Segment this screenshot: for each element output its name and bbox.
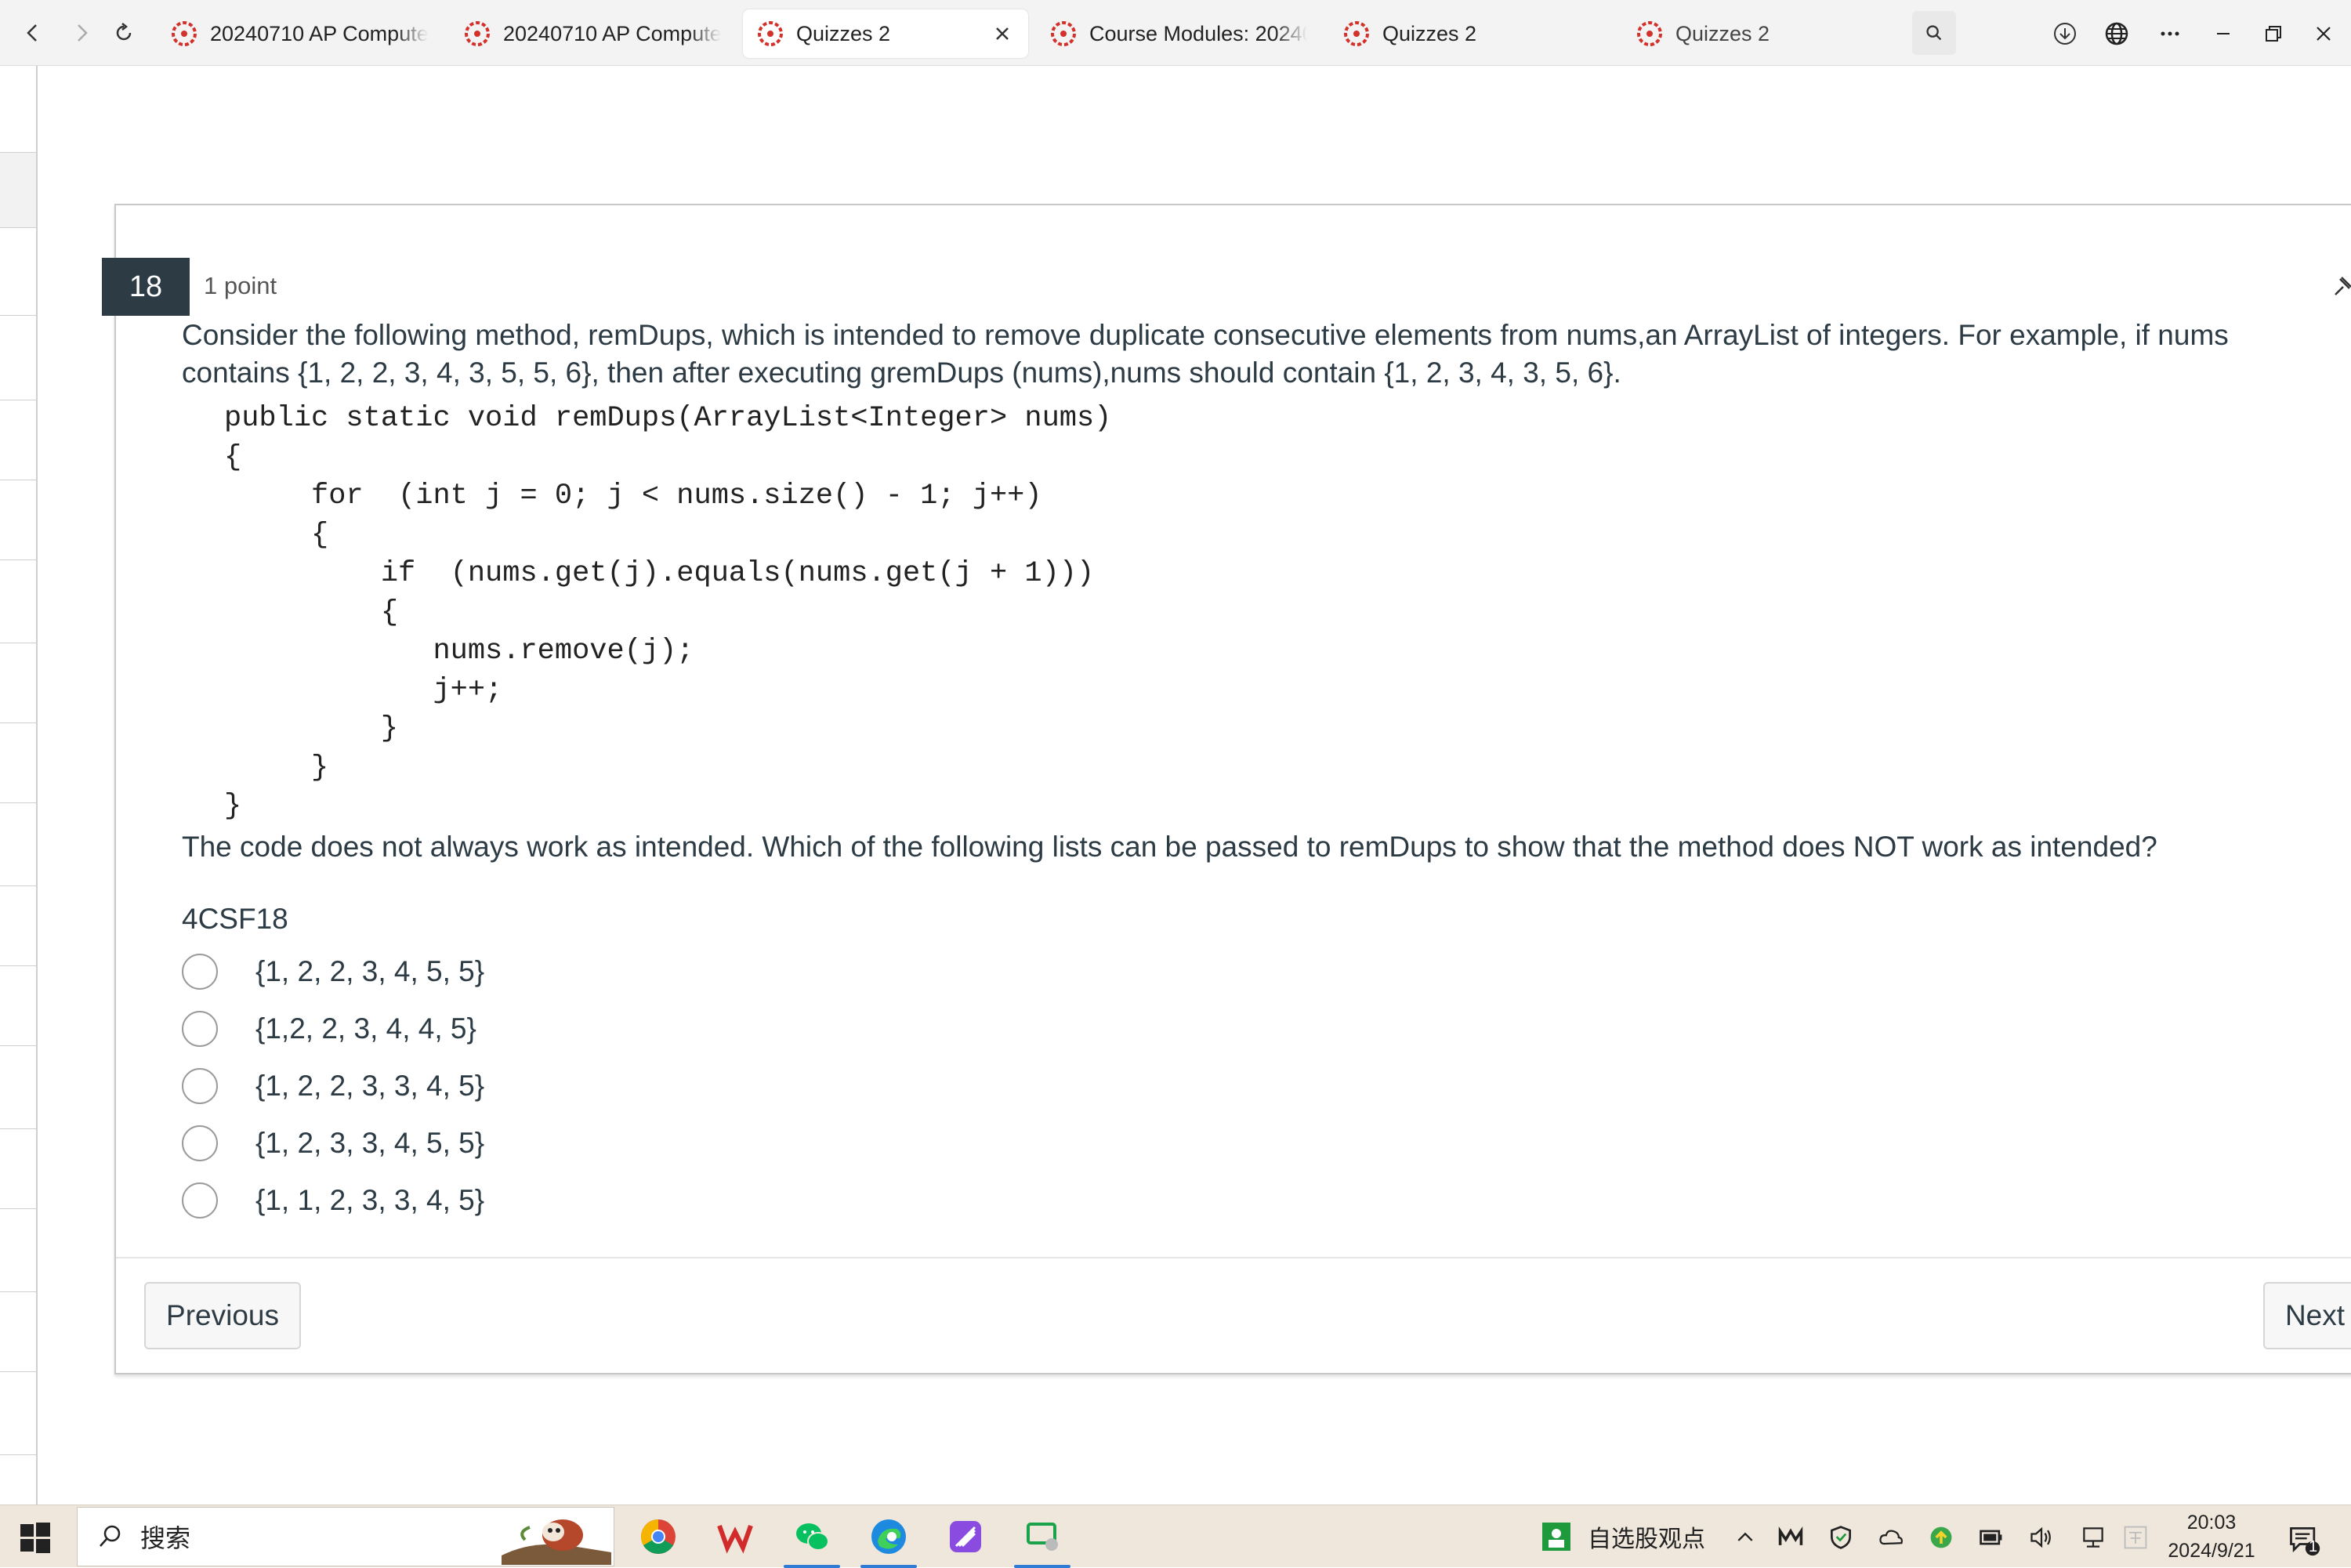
paint-app-icon[interactable] [944,1515,987,1559]
edge-icon[interactable] [860,1515,917,1568]
code-line: j++; [224,673,503,707]
radio-button[interactable] [182,1011,218,1047]
canvas-logo-icon [1637,21,1662,46]
code-line: if (nums.get(j).equals(nums.get(j + 1))) [224,557,1095,590]
radio-button[interactable] [182,1068,218,1104]
stock-widget[interactable]: 自选股观点 [1541,1519,1705,1554]
close-tab-icon[interactable] [991,22,1014,45]
canvas-logo-icon [172,21,197,46]
update-icon[interactable] [1926,1523,1956,1552]
clock-date: 2024/9/21 [2168,1540,2255,1562]
stock-app-icon [1542,1523,1570,1551]
flag-question-icon[interactable] [2331,271,2351,302]
answer-label: {1, 2, 2, 3, 4, 5, 5} [255,955,485,987]
radio-button[interactable] [182,1182,218,1219]
tray-app-icon[interactable] [1776,1523,1806,1552]
code-block: public static void remDups(ArrayList<Int… [224,400,1111,827]
left-sidebar-strip [0,66,38,1505]
answer-option-3[interactable]: {1, 2, 2, 3, 3, 4, 5} [182,1061,730,1111]
question-ask: The code does not always work as intende… [182,831,2157,863]
tab-course-modules[interactable]: Course Modules: 2024071 [1036,9,1321,58]
next-button[interactable]: Next [2263,1282,2351,1349]
code-line: } [224,712,399,745]
tab-label: Quizzes 2 [796,21,891,45]
tab-quizzes-2[interactable]: Quizzes 2 [1329,9,1614,58]
wechat-icon[interactable] [784,1515,840,1568]
code-line: for (int j = 0; j < nums.size() - 1; j++… [224,480,1042,512]
forward-icon[interactable] [60,11,103,55]
code-line: { [224,440,242,474]
code-line: { [224,518,329,552]
question-code-label: 4CSF18 [182,903,288,935]
sidebar-highlight [0,152,36,227]
refresh-icon[interactable] [102,11,146,55]
browser-tab-bar: 20240710 AP Computer S 20240710 AP Compu… [0,0,2351,66]
search-placeholder: 搜索 [140,1524,191,1552]
tab-ap-computer-1[interactable]: 20240710 AP Computer S [157,9,442,58]
answer-option-2[interactable]: {1,2, 2, 3, 4, 4, 5} [182,1004,730,1054]
globe-icon[interactable] [2097,14,2136,53]
answer-option-1[interactable]: {1, 2, 2, 3, 4, 5, 5} [182,947,730,997]
answer-label: {1, 2, 3, 3, 4, 5, 5} [255,1127,485,1159]
code-line: } [224,751,329,784]
minimize-icon[interactable] [2204,14,2243,53]
code-line: nums.remove(j); [224,635,694,668]
canvas-logo-icon [1051,21,1076,46]
tab-label: 20240710 AP Computer S [503,21,721,45]
tab-quizzes-active[interactable]: Quizzes 2 [743,9,1028,58]
code-line: { [224,596,399,629]
notification-icon[interactable]: 1 [2285,1521,2323,1559]
tab-ap-computer-2[interactable]: 20240710 AP Computer S [450,9,735,58]
input-method-icon[interactable] [2121,1523,2150,1552]
canvas-logo-icon [1344,21,1369,46]
search-icon [100,1525,121,1547]
taskbar: 搜索 自选股观点 20:03 2024/9/21 1 [0,1505,2351,1568]
code-line: } [224,790,242,823]
download-icon[interactable] [2045,14,2085,53]
remote-desktop-icon[interactable] [1014,1515,1070,1568]
code-line: public static void remDups(ArrayList<Int… [224,402,1112,435]
previous-button[interactable]: Previous [144,1282,301,1349]
answer-option-5[interactable]: {1, 1, 2, 3, 3, 4, 5} [182,1175,730,1226]
canvas-logo-icon [758,21,783,46]
answer-option-4[interactable]: {1, 2, 3, 3, 4, 5, 5} [182,1118,730,1168]
app-running-indicator [860,1565,917,1568]
more-icon[interactable] [2150,14,2190,53]
tab-quizzes-3[interactable]: Quizzes 2 [1622,9,1907,58]
app-running-indicator [1014,1565,1070,1568]
taskbar-clock[interactable]: 20:03 2024/9/21 [2157,1508,2266,1565]
tab-label: Quizzes 2 [1382,21,1477,45]
wps-icon[interactable] [713,1515,757,1559]
chrome-icon[interactable] [636,1515,680,1559]
close-icon[interactable] [2304,14,2343,53]
chevron-up-icon[interactable] [1730,1523,1760,1552]
canvas-logo-icon [465,21,490,46]
answer-label: {1,2, 2, 3, 4, 4, 5} [255,1012,476,1045]
stock-label: 自选股观点 [1588,1526,1705,1552]
question-points: 1 point [204,272,277,299]
question-number: 18 [102,258,190,316]
card-divider [116,1257,2351,1258]
question-prompt: Consider the following method, remDups, … [182,319,2229,389]
tab-label: Quizzes 2 [1675,21,1770,45]
app-running-indicator [784,1565,840,1568]
notification-count: 1 [2309,1538,2318,1555]
tab-label: 20240710 AP Computer S [210,21,428,45]
tab-label: Course Modules: 2024071 [1089,21,1307,45]
red-panda-image [502,1519,611,1565]
battery-icon[interactable] [1976,1523,2006,1552]
windows-start-icon[interactable] [19,1521,52,1554]
restore-icon[interactable] [2254,14,2293,53]
clock-time: 20:03 [2186,1512,2237,1534]
network-icon[interactable] [2078,1523,2108,1552]
answer-label: {1, 2, 2, 3, 3, 4, 5} [255,1070,485,1102]
answer-label: {1, 1, 2, 3, 3, 4, 5} [255,1184,485,1216]
shield-icon[interactable] [1826,1523,1856,1552]
cloud-icon[interactable] [1876,1523,1906,1552]
volume-icon[interactable] [2027,1523,2056,1552]
radio-button[interactable] [182,1125,218,1161]
radio-button[interactable] [182,954,218,990]
back-icon[interactable] [11,11,55,55]
tab-search-icon[interactable] [1912,11,1956,55]
